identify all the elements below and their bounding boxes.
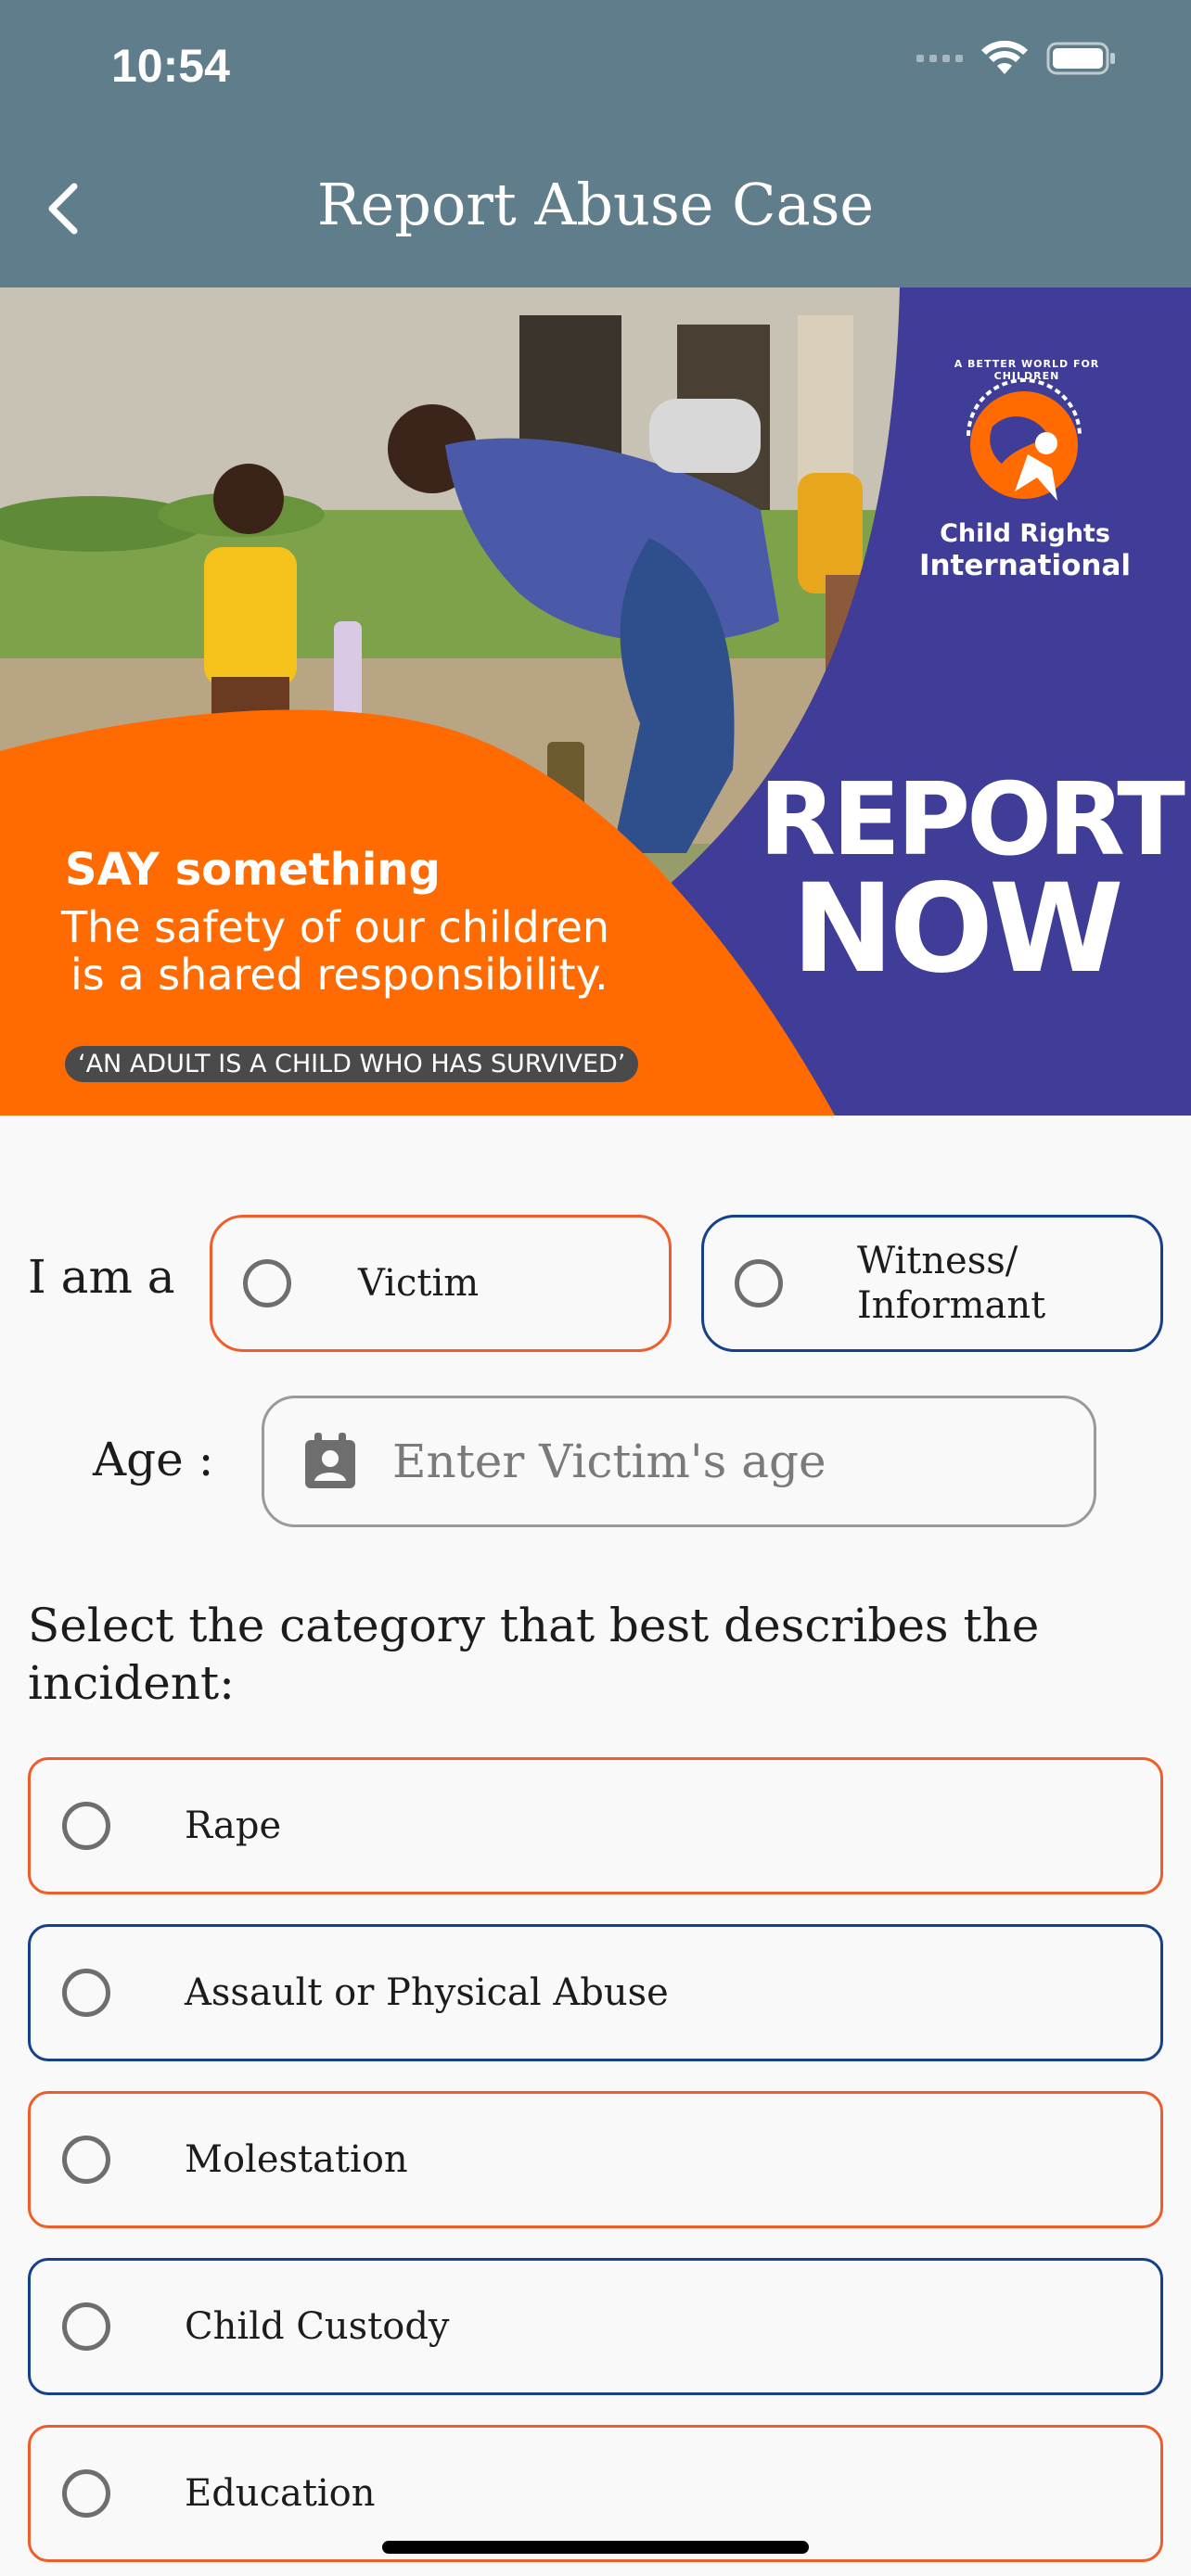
app-header: 10:54 Report Abuse Case: [0, 0, 1191, 287]
radio-icon: [62, 2136, 110, 2184]
category-option-child-custody[interactable]: Child Custody: [28, 2258, 1163, 2395]
page-title: Report Abuse Case: [316, 171, 875, 238]
banner-headline: SAY something: [65, 844, 441, 896]
radio-icon: [243, 1259, 291, 1307]
status-time: 10:54: [111, 40, 230, 92]
age-label: Age :: [93, 1433, 214, 1486]
role-label-witness-line2: Informant: [857, 1284, 1046, 1327]
contact-card-icon: [305, 1433, 355, 1488]
banner-cta-now: NOW: [791, 858, 1123, 1001]
cellular-signal-icon: [916, 55, 963, 62]
logo-name-line2: International: [918, 549, 1132, 582]
banner-subline-1: The safety of our children: [61, 902, 610, 952]
role-label-witness: Witness/ Informant: [857, 1239, 1045, 1328]
battery-icon: [1046, 42, 1115, 75]
age-input[interactable]: Enter Victim's age: [262, 1396, 1096, 1527]
category-question: Select the category that best describes …: [28, 1599, 1040, 1710]
category-option-rape[interactable]: Rape: [28, 1757, 1163, 1894]
radio-icon: [62, 2302, 110, 2351]
radio-icon: [62, 1969, 110, 2017]
logo-name-line1: Child Rights: [940, 519, 1110, 548]
role-label-witness-line1: Witness/: [857, 1240, 1018, 1282]
home-indicator[interactable]: [382, 2541, 809, 2554]
role-option-victim[interactable]: Victim: [210, 1215, 672, 1352]
role-label-victim: Victim: [358, 1262, 480, 1305]
radio-icon: [735, 1259, 783, 1307]
age-placeholder: Enter Victim's age: [392, 1435, 826, 1488]
wifi-icon: [981, 41, 1028, 74]
banner-cta-report: REPORT: [759, 762, 1185, 878]
report-now-banner: Child Rights International A BETTER WORL…: [0, 287, 1191, 1116]
category-label: Molestation: [185, 2138, 408, 2181]
role-option-witness[interactable]: Witness/ Informant: [701, 1215, 1163, 1352]
radio-icon: [62, 2469, 110, 2518]
category-label: Education: [185, 2472, 376, 2515]
banner-quote: ‘AN ADULT IS A CHILD WHO HAS SURVIVED’: [65, 1046, 639, 1082]
category-label: Child Custody: [185, 2305, 450, 2348]
category-label: Assault or Physical Abuse: [185, 1971, 669, 2014]
category-option-molestation[interactable]: Molestation: [28, 2091, 1163, 2228]
radio-icon: [62, 1802, 110, 1850]
category-option-assault[interactable]: Assault or Physical Abuse: [28, 1924, 1163, 2061]
logo-arc-text: A BETTER WORLD FOR CHILDREN: [954, 358, 1100, 382]
iam-label: I am a: [28, 1250, 175, 1304]
status-icons: [916, 41, 1117, 76]
category-label: Rape: [185, 1804, 282, 1847]
banner-subline-2: is a shared responsibility.: [70, 950, 608, 1000]
